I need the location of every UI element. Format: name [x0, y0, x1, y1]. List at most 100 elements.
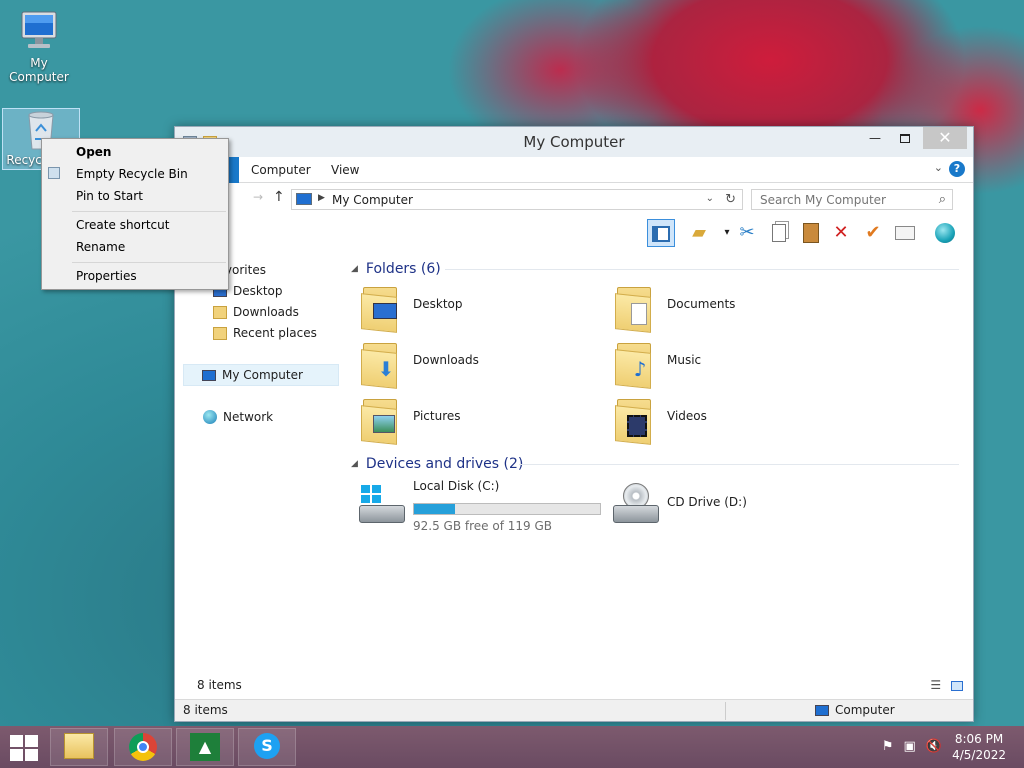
maximize-button[interactable] — [891, 127, 919, 149]
delete-x-icon: ✕ — [833, 222, 849, 243]
folder-downloads[interactable]: ⬇ Downloads — [345, 337, 585, 391]
search-input[interactable] — [760, 193, 930, 207]
globe-icon — [935, 223, 955, 243]
folder-videos[interactable]: Videos — [599, 393, 839, 447]
dropdown-icon: ▾ — [724, 227, 730, 238]
folder-documents-icon — [613, 283, 657, 333]
desktop-icon-label: My Computer — [9, 56, 69, 84]
forward-button[interactable]: → — [253, 190, 263, 204]
content-pane: ◢ Folders (6) Desktop Documents ⬇ Downlo… — [345, 251, 971, 681]
properties-button[interactable] — [891, 219, 919, 247]
ribbon-tabs: Computer View ⌄ ? — [175, 157, 973, 183]
desktop-icon-my-computer[interactable]: My Computer — [0, 10, 78, 84]
nav-downloads[interactable]: Downloads — [213, 301, 299, 323]
folder-label: Documents — [667, 297, 736, 311]
help-icon[interactable]: ? — [949, 161, 965, 177]
title-bar[interactable]: ▾ My Computer — ✕ — [175, 127, 973, 157]
folder-label: Pictures — [413, 409, 461, 423]
recycle-bin-small-icon — [48, 167, 60, 179]
up-button[interactable]: ↑ — [273, 189, 285, 205]
rename-button[interactable]: ✔ — [859, 219, 887, 247]
start-button[interactable] — [10, 735, 38, 761]
menu-separator — [72, 211, 226, 212]
drive-local-disk-c[interactable]: Local Disk (C:) 92.5 GB free of 119 GB — [345, 479, 605, 533]
folder-documents[interactable]: Documents — [599, 281, 839, 335]
collapse-triangle-icon[interactable]: ◢ — [351, 264, 358, 274]
status-separator — [725, 702, 726, 720]
group-divider — [519, 464, 959, 465]
taskbar-file-explorer[interactable] — [50, 728, 108, 766]
group-header-folders[interactable]: ◢ Folders (6) — [351, 259, 441, 279]
nav-label: Network — [223, 410, 274, 424]
group-header-label: Folders (6) — [365, 261, 441, 277]
details-view-icon[interactable]: ☰ — [930, 678, 941, 692]
preview-pane-icon — [652, 226, 670, 242]
cut-button[interactable]: ✂ — [733, 219, 761, 247]
move-to-button[interactable]: ▰ — [685, 219, 713, 247]
minimize-button[interactable]: — — [861, 127, 889, 149]
status-zone: Computer — [815, 703, 895, 717]
paste-button[interactable] — [797, 219, 825, 247]
menu-item-properties[interactable]: Properties — [76, 269, 137, 283]
drive-cd-d[interactable]: CD Drive (D:) — [599, 479, 839, 533]
folder-label: Desktop — [413, 297, 463, 311]
group-header-devices[interactable]: ◢ Devices and drives (2) — [351, 454, 523, 474]
clock-time: 8:06 PM — [954, 732, 1004, 746]
clock[interactable]: 8:06 PM 4/5/2022 — [952, 731, 1006, 763]
delete-button[interactable]: ✕ — [827, 219, 855, 247]
folder-music[interactable]: ♪ Music — [599, 337, 839, 391]
ribbon-expand-chevron-icon[interactable]: ⌄ — [934, 161, 943, 174]
folder-pictures[interactable]: Pictures — [345, 393, 585, 447]
close-button[interactable]: ✕ — [923, 127, 967, 149]
minimize-icon: — — [869, 131, 881, 145]
maximize-icon — [900, 134, 910, 143]
system-tray: ⚑ ▣ 🔇 — [882, 739, 942, 754]
drive-free-space: 92.5 GB free of 119 GB — [413, 519, 552, 533]
address-dropdown-icon[interactable]: ⌄ — [706, 193, 714, 204]
preview-pane-button[interactable] — [647, 219, 675, 247]
computer-icon — [21, 11, 57, 48]
breadcrumb-arrow-icon[interactable]: ▶ — [318, 193, 325, 203]
nav-network[interactable]: Network — [203, 406, 273, 428]
menu-item-empty-recycle-bin[interactable]: Empty Recycle Bin — [76, 167, 188, 181]
taskbar: ▲ S ⚑ ▣ 🔇 8:06 PM 4/5/2022 — [0, 726, 1024, 768]
search-icon[interactable]: ⌕ — [939, 192, 946, 207]
nav-recent-places[interactable]: Recent places — [213, 322, 317, 344]
network-status-icon[interactable]: ▣ — [904, 739, 916, 754]
menu-item-rename[interactable]: Rename — [76, 240, 125, 254]
address-row: ← → ↑ ▶ My Computer ⌄ ↻ ⌕ — [175, 183, 973, 213]
taskbar-stock-app[interactable]: ▲ — [176, 728, 234, 766]
group-header-label: Devices and drives (2) — [365, 456, 524, 472]
action-center-flag-icon[interactable]: ⚑ — [882, 739, 894, 754]
menu-item-pin-to-start[interactable]: Pin to Start — [76, 189, 143, 203]
search-box[interactable]: ⌕ — [751, 189, 953, 210]
folder-desktop[interactable]: Desktop — [345, 281, 585, 335]
nav-label: Desktop — [233, 284, 283, 298]
status-zone-label: Computer — [835, 703, 895, 717]
nav-my-computer[interactable]: My Computer — [183, 364, 339, 386]
menu-item-create-shortcut[interactable]: Create shortcut — [76, 218, 169, 232]
status-bar: 8 items Computer — [175, 699, 973, 721]
folder-downloads-icon: ⬇ — [359, 339, 403, 389]
tab-view[interactable]: View — [331, 163, 359, 177]
volume-muted-icon[interactable]: 🔇 — [926, 739, 942, 754]
file-explorer-icon — [64, 733, 94, 759]
folder-check-icon: ▰ — [692, 222, 706, 243]
collapse-triangle-icon[interactable]: ◢ — [351, 459, 358, 469]
folder-music-icon: ♪ — [613, 339, 657, 389]
drive-label: CD Drive (D:) — [667, 495, 747, 509]
tiles-view-icon[interactable] — [951, 680, 963, 691]
copy-button[interactable] — [765, 219, 793, 247]
breadcrumb[interactable]: My Computer — [332, 193, 413, 207]
folder-label: Music — [667, 353, 702, 367]
drive-label: Local Disk (C:) — [413, 479, 500, 493]
address-bar[interactable]: ▶ My Computer ⌄ ↻ — [291, 189, 743, 210]
menu-item-open[interactable]: Open — [76, 145, 111, 159]
taskbar-chrome[interactable] — [114, 728, 172, 766]
network-globe-button[interactable] — [931, 219, 959, 247]
tab-computer[interactable]: Computer — [251, 163, 311, 177]
drive-usage-fill — [414, 504, 456, 514]
refresh-icon[interactable]: ↻ — [725, 192, 736, 207]
close-icon: ✕ — [938, 128, 952, 147]
taskbar-skype[interactable]: S — [238, 728, 296, 766]
